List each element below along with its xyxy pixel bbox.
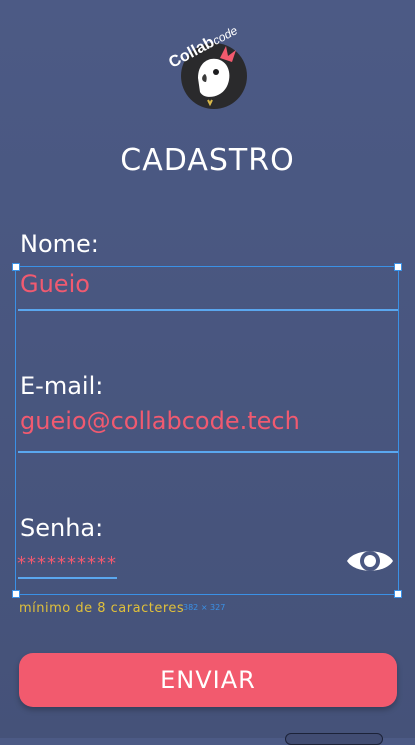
collabcode-logo: Collabcode — [160, 22, 252, 114]
selection-handle-bl[interactable] — [12, 590, 20, 598]
email-label: E-mail: — [20, 372, 104, 400]
name-underline — [18, 309, 398, 311]
selection-handle-br[interactable] — [394, 590, 402, 598]
selection-handle-tr[interactable] — [394, 263, 402, 271]
selection-dimension-readout: 382 × 327 — [183, 603, 226, 612]
bottom-element-fragment — [285, 733, 383, 745]
selection-handle-tl[interactable] — [12, 263, 20, 271]
password-label: Senha: — [20, 514, 104, 542]
password-hint: mínimo de 8 caracteres — [19, 601, 185, 616]
password-input[interactable]: ********** — [17, 553, 117, 574]
email-underline — [18, 451, 398, 453]
name-input[interactable]: Gueio — [20, 270, 90, 298]
submit-button[interactable]: ENVIAR — [19, 653, 397, 707]
show-password-button[interactable] — [345, 544, 395, 582]
eye-icon — [347, 551, 393, 571]
password-underline — [18, 577, 117, 579]
page-title: CADASTRO — [120, 143, 295, 178]
name-label: Nome: — [20, 230, 99, 258]
email-input[interactable]: gueio@collabcode.tech — [20, 407, 300, 435]
